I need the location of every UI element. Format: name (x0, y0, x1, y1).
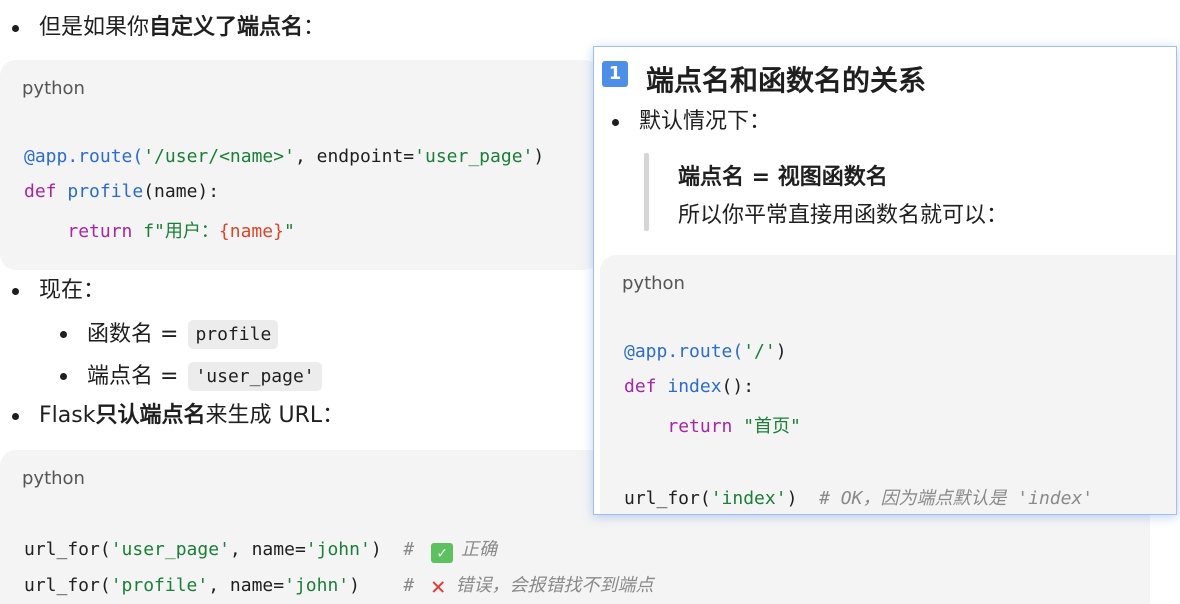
bullet-text: Flask (39, 403, 96, 428)
bullet-text: 但是如果你 (39, 15, 150, 40)
code-language-label: python (622, 273, 685, 294)
bullet-dot (60, 373, 67, 380)
code-text: url_for( (624, 488, 711, 509)
code-string: " (283, 221, 295, 242)
code-string: 'user_page' (110, 539, 230, 560)
number-one-badge-icon: 1 (602, 61, 628, 87)
sub-bullet-function-name: 函数名 = profile (60, 320, 279, 349)
code-function-name: profile (67, 181, 144, 202)
bullet-bold-text: 只认端点名 (95, 403, 206, 428)
code-comment: # (403, 575, 426, 596)
code-line: return f"用户：{name}" (24, 217, 295, 243)
code-text: ) (775, 341, 787, 362)
code-interpolation: {name} (218, 221, 284, 242)
bullet-text-suffix: 来生成 URL： (205, 403, 345, 428)
bullet-text: 端点名 = (87, 363, 179, 389)
code-string: f"用户： (143, 221, 219, 242)
code-string: 'profile' (110, 575, 209, 596)
check-mark-icon: ✓ (431, 543, 454, 563)
blockquote-bar (644, 153, 649, 231)
code-line: url_for('index') # OK，因为端点默认是 'index' (624, 484, 1093, 510)
page: 但是如果你 自定义了端点名 ： python @app.route('/user… (0, 0, 1180, 604)
popup-title: 端点名和函数名的关系 (646, 64, 927, 97)
bullet-dot (60, 331, 67, 338)
code-block-route[interactable]: python @app.route('/user/<name>', endpoi… (0, 60, 600, 270)
blockquote-text: 所以你平常直接用函数名就可以： (678, 203, 1009, 228)
code-text: , name= (229, 539, 306, 560)
bullet-dot (12, 287, 19, 295)
cross-mark-icon: ✕ (431, 572, 446, 600)
code-text: ) (370, 539, 382, 560)
code-function-name: index (667, 376, 722, 397)
code-string: 'index' (710, 488, 787, 509)
bullet-text-suffix: ： (303, 15, 326, 40)
code-text: ) (533, 146, 545, 167)
code-comment: # (403, 539, 426, 560)
code-string: '/' (743, 341, 776, 362)
bullet-dot (12, 412, 19, 420)
code-string: '/user/<name>' (143, 146, 295, 167)
code-keyword: def (624, 376, 668, 397)
code-text: url_for( (24, 575, 111, 596)
code-string: 'john' (284, 575, 350, 596)
code-line: def index(): (624, 376, 754, 397)
code-language-label: python (22, 468, 85, 489)
code-text: , name= (208, 575, 285, 596)
code-line: return "首页" (624, 412, 801, 438)
inline-code: 'user_page' (188, 362, 322, 391)
code-string: 'user_page' (414, 146, 534, 167)
code-comment: 正确 (461, 539, 498, 560)
bullet-bold-text: 自定义了端点名 (149, 15, 304, 40)
code-decorator: @app.route( (24, 146, 144, 167)
inline-code: profile (188, 320, 279, 349)
bullet-flask: Flask 只认端点名 来生成 URL： (12, 405, 344, 427)
popup-bullet-default: 默认情况下： (612, 111, 771, 133)
code-line: url_for('user_page', name='john') # ✓ 正确 (24, 535, 497, 563)
code-text: url_for( (24, 539, 111, 560)
bullet-dot (12, 24, 19, 32)
code-text: (): (721, 376, 755, 397)
code-line: url_for('profile', name='john') # ✕ 错误，会报… (24, 571, 654, 600)
bullet-custom-endpoint: 但是如果你 自定义了端点名 ： (12, 17, 325, 39)
code-text: ) (349, 575, 360, 596)
code-comment: # OK，因为端点默认是 'index' (819, 488, 1094, 509)
code-line: @app.route('/user/<name>', endpoint='use… (24, 146, 544, 167)
code-text: (name): (143, 181, 220, 202)
code-line: def profile(name): (24, 181, 219, 202)
bullet-text: 默认情况下： (639, 109, 772, 134)
bullet-text: 函数名 = (87, 321, 179, 347)
code-language-label: python (22, 78, 85, 99)
code-comment: 错误，会报错找不到端点 (455, 575, 654, 596)
popup-card[interactable]: 1 端点名和函数名的关系 默认情况下： 端点名 = 视图函数名 所以你平常直接用… (593, 46, 1177, 515)
blockquote-bold-text: 端点名 = 视图函数名 (678, 165, 888, 190)
code-string: "首页" (743, 416, 801, 437)
sub-bullet-endpoint-name: 端点名 = 'user_page' (60, 362, 322, 391)
code-keyword: return (67, 221, 144, 242)
bullet-now: 现在： (12, 280, 105, 302)
code-text: ) (786, 488, 798, 509)
bullet-text: 现在： (39, 278, 106, 303)
code-text: , endpoint= (294, 146, 415, 167)
code-decorator: @app.route( (624, 341, 744, 362)
bullet-dot (612, 118, 619, 126)
code-keyword: return (667, 416, 744, 437)
code-string: 'john' (305, 539, 371, 560)
code-keyword: def (24, 181, 68, 202)
popup-code-block[interactable]: python @app.route('/') def index(): retu… (600, 255, 1176, 514)
code-line: @app.route('/') (624, 341, 787, 362)
